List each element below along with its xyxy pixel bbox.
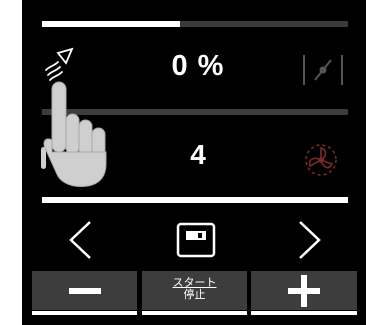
- section-divider: [42, 197, 348, 203]
- next-button[interactable]: [296, 219, 324, 261]
- plus-icon: [288, 275, 320, 307]
- start-stop-button-underline: [142, 311, 247, 315]
- start-stop-button[interactable]: スタート 停止: [142, 271, 247, 315]
- previous-button[interactable]: [66, 219, 94, 261]
- minus-button[interactable]: [32, 271, 137, 315]
- percent-value: 0 %: [171, 50, 225, 82]
- chevron-left-icon: [69, 221, 91, 259]
- floppy-disk-icon: [176, 222, 216, 258]
- save-button[interactable]: [176, 222, 216, 258]
- plus-button[interactable]: [251, 271, 357, 315]
- minus-button-underline: [32, 311, 137, 315]
- fan-icon[interactable]: [301, 140, 341, 180]
- plus-button-underline: [251, 311, 357, 315]
- chevron-right-icon: [299, 221, 321, 259]
- damper-icon[interactable]: [301, 52, 345, 88]
- start-label: スタート: [172, 277, 217, 289]
- hand-pointer-icon: [40, 80, 120, 192]
- stop-label: 停止: [183, 289, 206, 301]
- progress-bar: [42, 21, 348, 27]
- fan-level-value: 4: [190, 139, 206, 170]
- progress-bar-fill: [42, 21, 180, 27]
- minus-icon: [69, 288, 101, 294]
